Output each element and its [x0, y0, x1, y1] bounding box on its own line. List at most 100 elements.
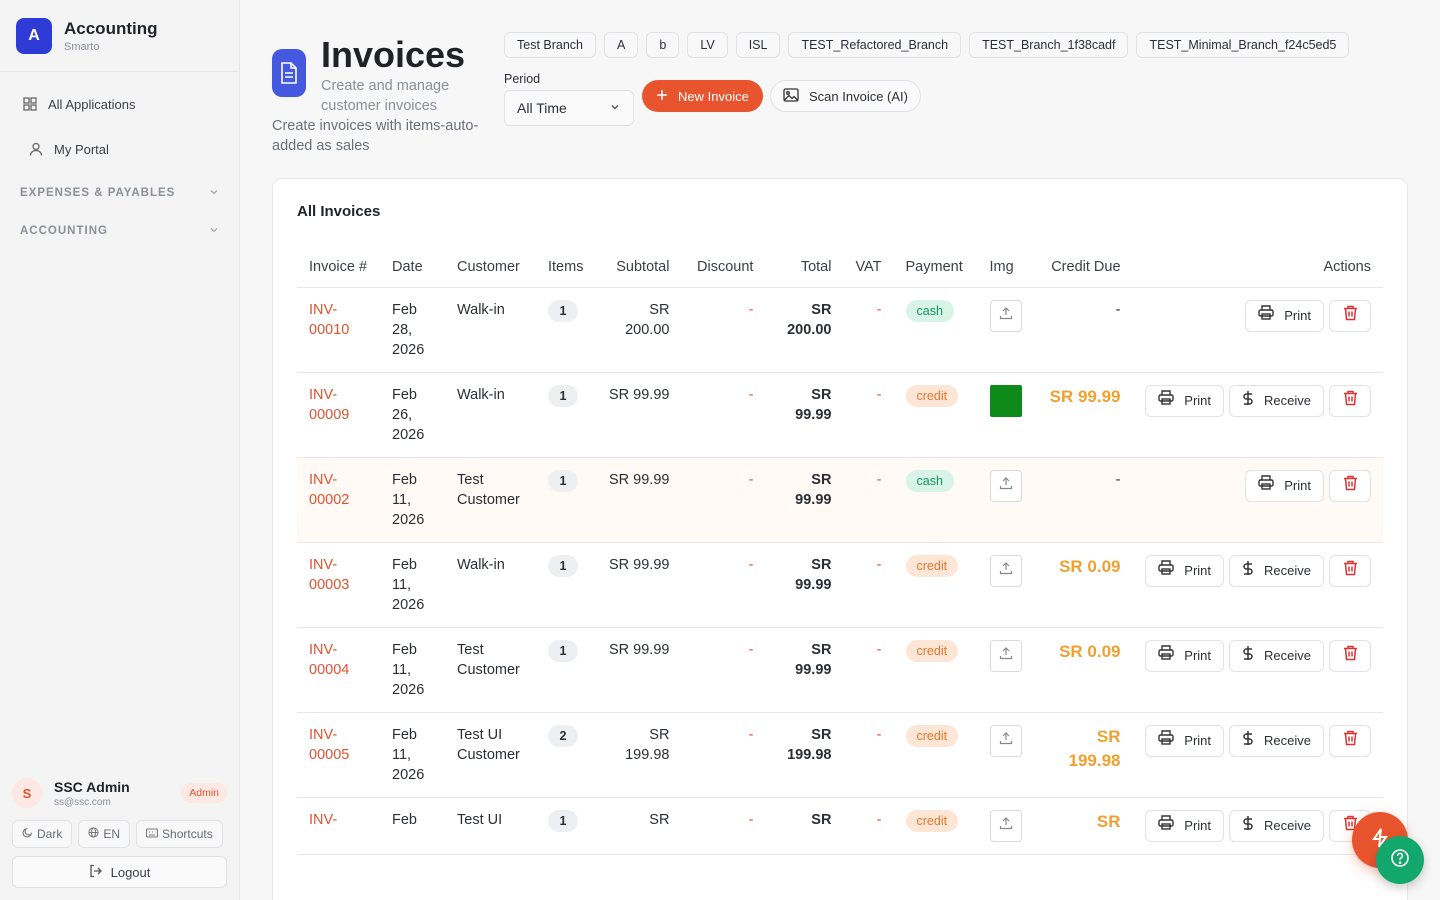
print-button[interactable]: Print	[1245, 469, 1324, 502]
sidebar-nav: All Applications My Portal EXPENSES & PA…	[0, 72, 239, 262]
user-email: ss@ssc.com	[54, 796, 111, 808]
delete-button[interactable]	[1329, 724, 1371, 757]
user-icon	[28, 141, 44, 157]
print-button[interactable]: Print	[1145, 384, 1225, 417]
print-button[interactable]: Print	[1145, 809, 1225, 842]
upload-image-button[interactable]	[989, 809, 1022, 842]
upload-image-button[interactable]	[989, 724, 1022, 757]
receive-label: Receive	[1264, 732, 1311, 748]
col-customer[interactable]: Customer	[445, 247, 536, 288]
invoice-image-thumbnail[interactable]	[989, 384, 1022, 417]
invoice-number-link[interactable]: INV-00005	[309, 727, 349, 763]
col-discount[interactable]: Discount	[681, 247, 766, 288]
upload-icon	[999, 476, 1013, 496]
invoice-customer: Walk-in	[445, 542, 536, 628]
print-button[interactable]: Print	[1145, 554, 1225, 587]
dark-mode-button[interactable]: Dark	[12, 820, 73, 848]
print-label: Print	[1284, 477, 1311, 493]
upload-image-button[interactable]	[989, 639, 1022, 672]
help-button[interactable]	[1376, 836, 1424, 884]
delete-button[interactable]	[1329, 299, 1371, 332]
col-credit-due[interactable]: Credit Due	[1033, 247, 1133, 288]
branch-chip[interactable]: TEST_Minimal_Branch_f24c5ed5	[1136, 32, 1350, 58]
logout-icon	[89, 864, 103, 881]
table-row: INV-00002 Feb 11, 2026 Test Customer 1 SR 99…	[297, 457, 1383, 543]
col-subtotal[interactable]: Subtotal	[595, 247, 682, 288]
branch-chip[interactable]: TEST_Refactored_Branch	[788, 32, 962, 58]
col-actions[interactable]: Actions	[1132, 247, 1383, 288]
receive-button[interactable]: Receive	[1229, 809, 1324, 842]
invoice-number-link[interactable]: INV-00004	[309, 642, 349, 678]
receive-button[interactable]: Receive	[1229, 639, 1324, 672]
items-count-badge: 1	[548, 384, 578, 407]
dollar-icon	[1242, 560, 1254, 582]
plus-icon	[656, 89, 668, 104]
table-row: INV-00010 Feb 28, 2026 Walk-in 1 SR 200.00- S…	[297, 287, 1383, 373]
language-button[interactable]: EN	[78, 820, 131, 848]
col-img[interactable]: Img	[977, 247, 1034, 288]
new-invoice-button[interactable]: New Invoice	[642, 80, 763, 112]
col-date[interactable]: Date	[380, 247, 445, 288]
col-items[interactable]: Items	[536, 247, 596, 288]
col-payment[interactable]: Payment	[893, 247, 978, 288]
items-count-badge: 1	[548, 469, 578, 492]
branch-chip[interactable]: A	[604, 32, 639, 58]
branch-chip[interactable]: ISL	[735, 32, 781, 58]
payment-badge: credit	[905, 554, 959, 577]
upload-icon	[999, 646, 1013, 666]
invoice-number-link[interactable]: INV-00010	[309, 302, 349, 338]
nav-all-applications[interactable]: All Applications	[8, 84, 231, 124]
receive-button[interactable]: Receive	[1229, 554, 1324, 587]
invoice-discount: -	[681, 287, 766, 373]
trash-icon	[1343, 645, 1358, 667]
branch-chip[interactable]: TEST_Branch_1f38cadf	[969, 32, 1129, 58]
invoice-vat: -	[843, 457, 894, 543]
delete-button[interactable]	[1329, 469, 1371, 502]
table-header-row: Invoice # Date Customer Items Subtotal D…	[297, 247, 1383, 288]
print-button[interactable]: Print	[1245, 299, 1324, 332]
invoice-vat: -	[843, 287, 894, 373]
page-title: Invoices	[321, 34, 466, 75]
branch-filter: Test Branch A b LV ISL TEST_Refactored_B…	[504, 32, 1350, 58]
receive-button[interactable]: Receive	[1229, 384, 1324, 417]
invoice-discount: -	[681, 542, 766, 628]
invoice-total: SR 99.99	[765, 457, 844, 543]
receive-button[interactable]: Receive	[1229, 724, 1324, 757]
col-total[interactable]: Total	[765, 247, 844, 288]
document-icon	[272, 49, 306, 97]
payment-badge: cash	[905, 469, 954, 492]
invoice-number-link[interactable]: INV-00009	[309, 387, 349, 423]
nav-section-expenses[interactable]: EXPENSES & PAYABLES	[8, 174, 231, 212]
logout-button[interactable]: Logout	[12, 856, 227, 888]
period-select[interactable]: All Time	[504, 90, 634, 126]
delete-button[interactable]	[1329, 384, 1371, 417]
branch-chip[interactable]: b	[646, 32, 680, 58]
branch-chip[interactable]: Test Branch	[504, 32, 597, 58]
upload-image-button[interactable]	[989, 299, 1022, 332]
nav-section-accounting[interactable]: ACCOUNTING	[8, 212, 231, 250]
print-button[interactable]: Print	[1145, 724, 1225, 757]
print-label: Print	[1184, 392, 1212, 408]
user-profile[interactable]: S SSC Admin ss@ssc.com Admin	[12, 774, 227, 812]
scan-invoice-button[interactable]: Scan Invoice (AI)	[770, 80, 921, 112]
invoice-number-link[interactable]: INV-	[309, 812, 337, 828]
receive-label: Receive	[1264, 647, 1311, 663]
items-count-badge: 1	[548, 809, 578, 832]
shortcuts-button[interactable]: Shortcuts	[136, 820, 223, 848]
brand-header[interactable]: A Accounting Smarto	[0, 0, 239, 72]
payment-badge: credit	[905, 724, 959, 747]
nav-my-portal[interactable]: My Portal	[8, 129, 231, 169]
upload-image-button[interactable]	[989, 554, 1022, 587]
invoice-number-link[interactable]: INV-00003	[309, 557, 349, 593]
branch-chip[interactable]: LV	[687, 32, 728, 58]
col-invoice[interactable]: Invoice #	[297, 247, 380, 288]
delete-button[interactable]	[1329, 554, 1371, 587]
upload-image-button[interactable]	[989, 469, 1022, 502]
col-vat[interactable]: VAT	[843, 247, 894, 288]
print-button[interactable]: Print	[1145, 639, 1225, 672]
invoice-total: SR 200.00	[765, 287, 844, 373]
invoice-discount: -	[681, 372, 766, 458]
credit-due: -	[1115, 301, 1121, 318]
invoice-number-link[interactable]: INV-00002	[309, 472, 349, 508]
delete-button[interactable]	[1329, 639, 1371, 672]
